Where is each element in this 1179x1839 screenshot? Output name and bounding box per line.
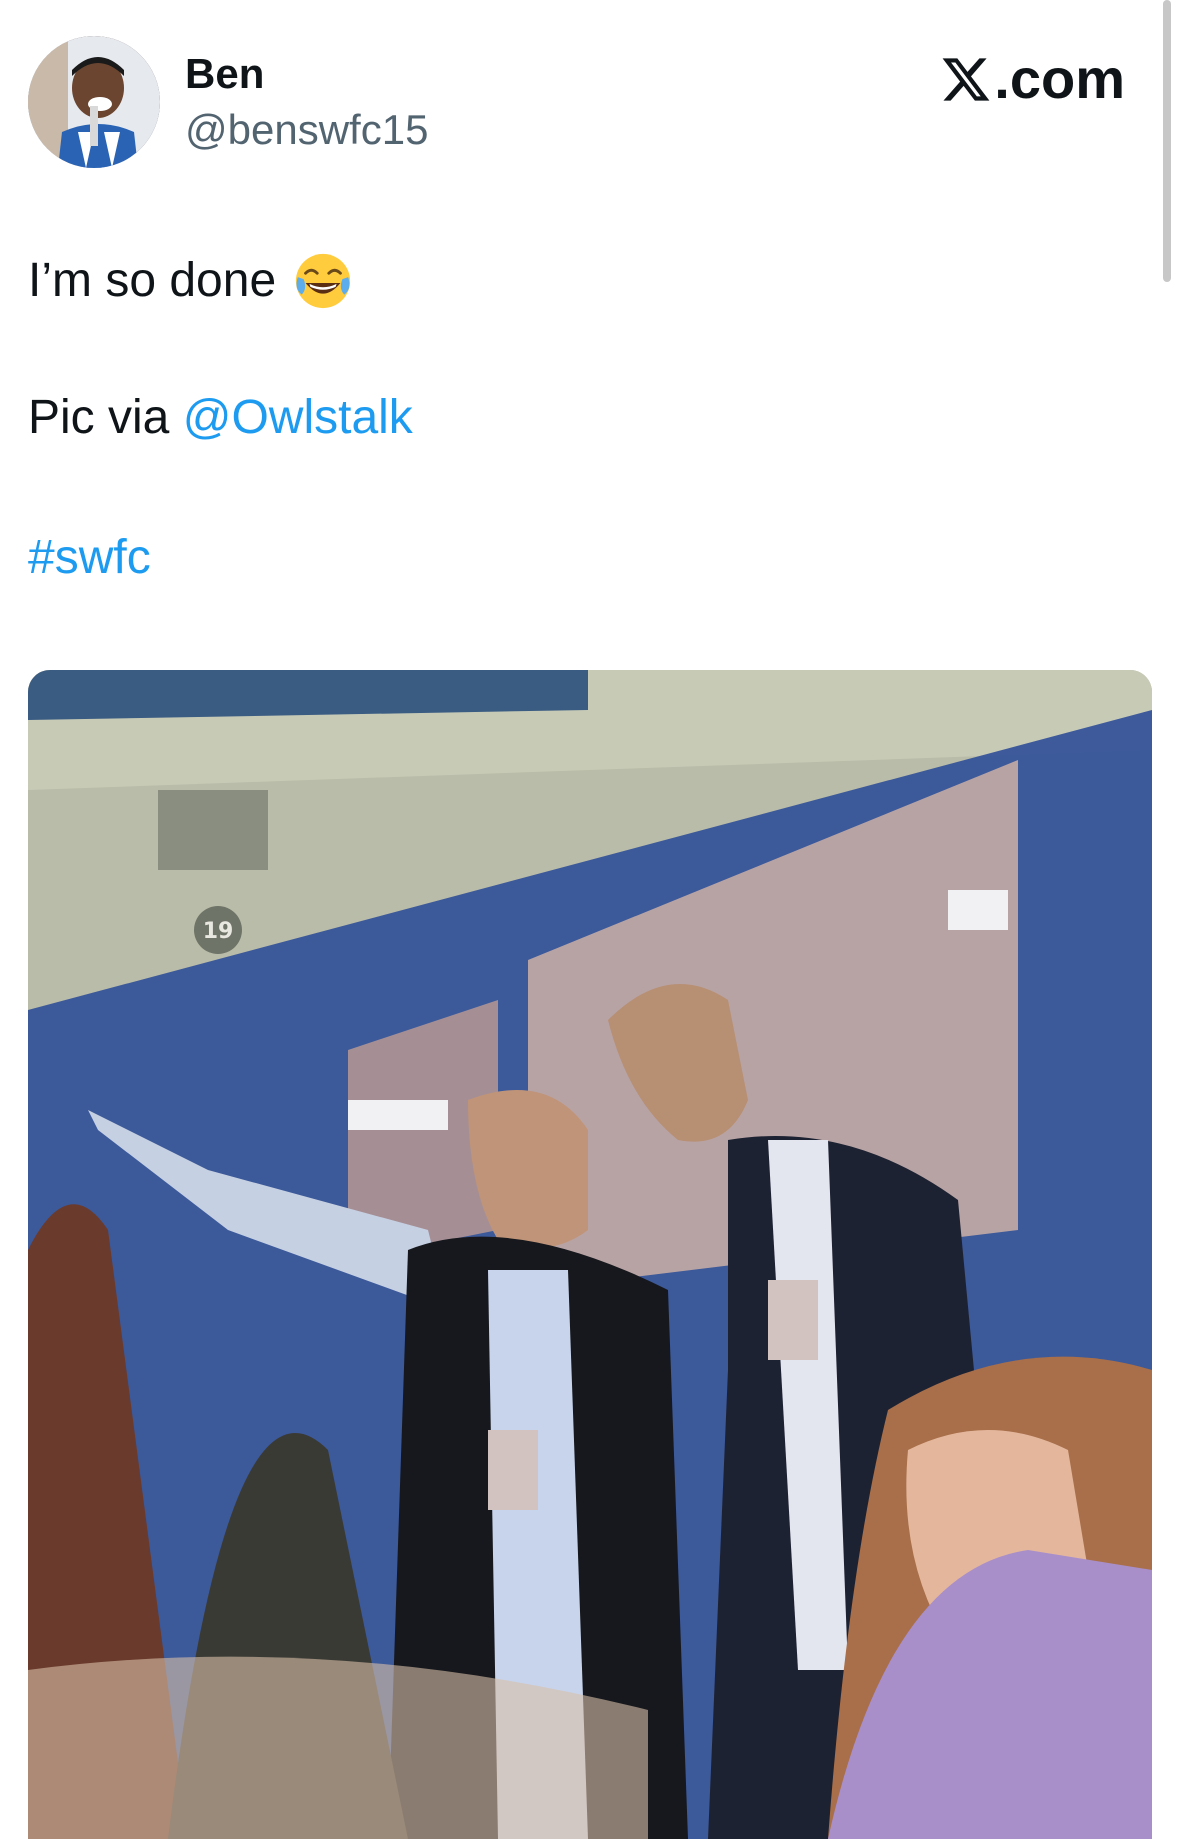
svg-text:19: 19 [203, 919, 234, 944]
tweet-text-prefix: Pic via [28, 391, 183, 444]
brand-logo[interactable]: .com [940, 46, 1125, 111]
avatar-image [28, 36, 160, 168]
brand-text: .com [994, 47, 1125, 110]
avatar[interactable] [28, 36, 160, 168]
user-handle[interactable]: @benswfc15 [185, 106, 428, 154]
tweet-text: I’m so done [28, 254, 277, 307]
display-name[interactable]: Ben [185, 50, 264, 98]
tweet-text-line-3: #swfc [28, 530, 151, 586]
seat-number-badge: 19 [194, 906, 242, 954]
scrollbar[interactable] [1163, 0, 1171, 282]
x-logo-icon [942, 57, 990, 101]
mention-link[interactable]: @Owlstalk [183, 391, 413, 444]
tweet-text-line-2: Pic via @Owlstalk [28, 390, 413, 446]
tweet-photo[interactable]: 19 [28, 670, 1152, 1839]
photo-image: 19 [28, 670, 1152, 1839]
hashtag-link[interactable]: #swfc [28, 531, 151, 584]
laughing-emoji-icon [296, 253, 351, 309]
tweet-text-line-1: I’m so done [28, 250, 354, 312]
